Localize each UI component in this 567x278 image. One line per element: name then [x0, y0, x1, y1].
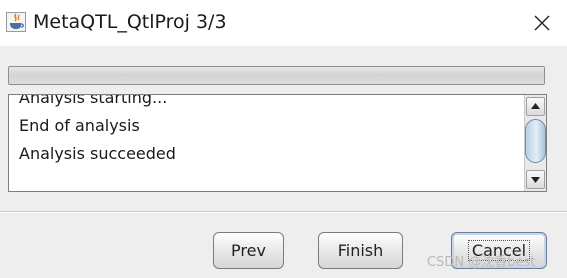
scroll-thumb[interactable] [525, 119, 546, 163]
vertical-scrollbar[interactable] [524, 95, 546, 191]
close-icon[interactable] [526, 8, 558, 38]
separator [0, 211, 567, 213]
log-lines: Analysis starting... End of analysis Ana… [19, 94, 176, 168]
log-line: End of analysis [19, 116, 140, 135]
chevron-up-icon [531, 103, 540, 109]
java-cup-icon [6, 12, 26, 32]
progress-bar [8, 66, 545, 85]
scroll-down-button[interactable] [526, 170, 545, 189]
watermark: CSDN @沈香best [427, 255, 536, 270]
chevron-down-icon [531, 177, 540, 183]
prev-button[interactable]: Prev [213, 232, 284, 269]
title-bar: MetaQTL_QtlProj 3/3 [0, 0, 567, 46]
log-line: Analysis starting... [19, 94, 168, 107]
scroll-up-button[interactable] [526, 97, 545, 116]
window-title: MetaQTL_QtlProj 3/3 [33, 11, 227, 33]
finish-button[interactable]: Finish [318, 232, 403, 269]
log-line: Analysis succeeded [19, 144, 176, 163]
log-area[interactable]: Analysis starting... End of analysis Ana… [8, 94, 547, 192]
